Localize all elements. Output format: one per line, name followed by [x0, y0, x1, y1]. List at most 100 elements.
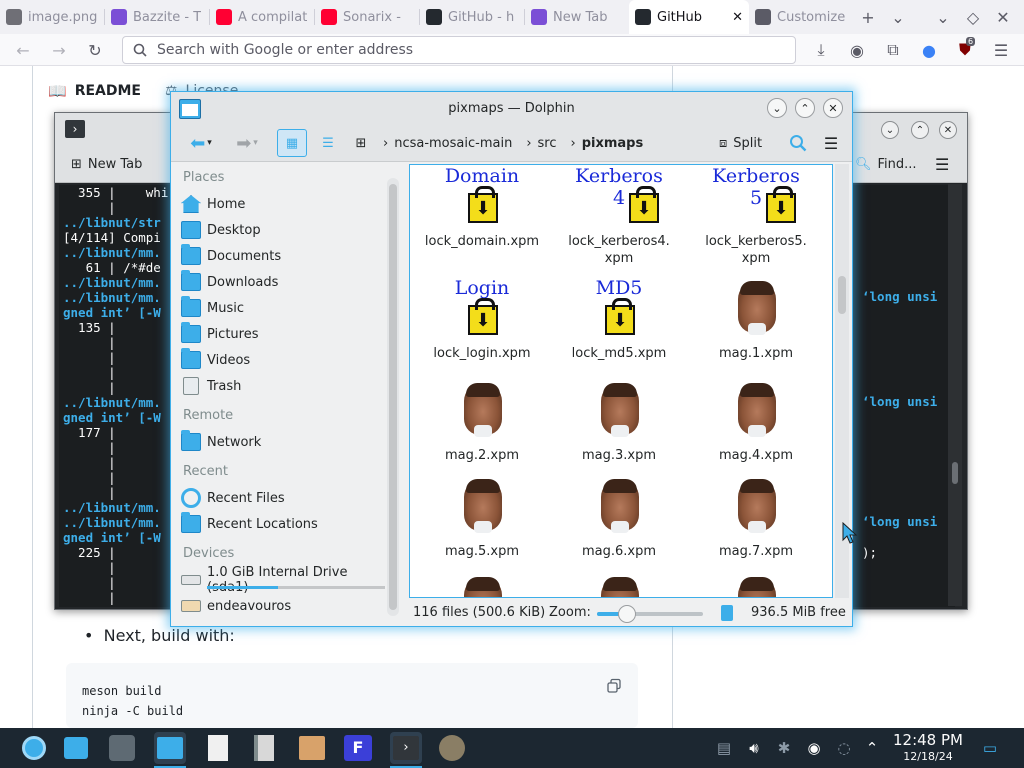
restore-diamond-icon[interactable]: ◇: [958, 2, 988, 32]
file-thumbnail: [414, 379, 550, 443]
copy-icon[interactable]: [606, 678, 622, 694]
file-item[interactable]: mag.3.xpm: [551, 379, 687, 464]
minimize-button[interactable]: ⌄: [767, 98, 787, 118]
clock[interactable]: 12:48 PM 12/18/24: [880, 730, 976, 764]
discover-icon[interactable]: [60, 732, 92, 764]
places-item-downloads[interactable]: Downloads: [181, 270, 391, 294]
places-item-documents[interactable]: Documents: [181, 244, 391, 268]
tab-close-icon[interactable]: ✕: [732, 10, 743, 25]
downloads-icon[interactable]: ⤓: [806, 35, 836, 65]
text-editor-icon[interactable]: [202, 732, 234, 764]
browser-tab[interactable]: Bazzite - T: [105, 0, 209, 34]
zoom-slider-handle[interactable]: [618, 605, 636, 623]
file-item[interactable]: Domain lock_domain.xpm: [414, 165, 550, 250]
browser-tab[interactable]: image.png: [0, 0, 104, 34]
terminal-scroll-thumb[interactable]: [952, 462, 958, 484]
volume-icon[interactable]: 🔊︎: [744, 738, 764, 758]
close-button[interactable]: ✕: [823, 98, 843, 118]
file-view-scroll-thumb[interactable]: [838, 276, 846, 314]
minimize-chevron-icon[interactable]: ⌄: [928, 2, 958, 32]
clipboard-icon[interactable]: ▤: [714, 738, 734, 758]
places-item-home[interactable]: Home: [181, 192, 391, 216]
split-button[interactable]: ⧈ Split: [719, 129, 762, 157]
places-item-pictures[interactable]: Pictures: [181, 322, 391, 346]
places-item-videos[interactable]: Videos: [181, 348, 391, 372]
package-icon[interactable]: [296, 732, 328, 764]
app-launcher-icon[interactable]: [18, 732, 50, 764]
places-scroll-thumb[interactable]: [389, 184, 397, 610]
file-item[interactable]: Kerberos 4 lock_kerberos4. xpm: [551, 165, 687, 267]
back-button[interactable]: ⬅ ▾: [181, 129, 221, 157]
browser-tab[interactable]: New Tab: [525, 0, 629, 34]
konsole-taskbar-icon[interactable]: ›: [390, 732, 422, 768]
gimp-icon[interactable]: [436, 732, 468, 764]
file-item[interactable]: mag.5.xpm: [414, 475, 550, 560]
location-icon[interactable]: ⊞: [349, 129, 373, 157]
address-bar[interactable]: Search with Google or enter address: [122, 36, 796, 64]
show-desktop-icon[interactable]: ▭: [980, 738, 1000, 758]
clock-time: 12:48 PM: [893, 731, 963, 749]
fedora-app-icon[interactable]: F: [342, 732, 374, 764]
places-item-trash[interactable]: Trash: [181, 374, 391, 398]
forward-arrow-icon[interactable]: →: [44, 35, 74, 65]
file-item[interactable]: Login lock_login.xpm: [414, 277, 550, 362]
account-icon[interactable]: ◉: [842, 35, 872, 65]
browser-tab[interactable]: Customize: [749, 0, 853, 34]
device-endeavouros[interactable]: endeavouros: [181, 594, 391, 618]
places-item-music[interactable]: Music: [181, 296, 391, 320]
file-view[interactable]: Domain lock_domain.xpm Kerberos 4 lock_kerb…: [409, 164, 833, 598]
details-view-button[interactable]: ☰: [313, 129, 343, 157]
breadcrumb-item[interactable]: ncsa-mosaic-main: [394, 136, 512, 151]
extensions-icon[interactable]: ⧉: [878, 35, 908, 65]
tab-list-chevron-icon[interactable]: ⌄: [883, 2, 913, 32]
places-item-desktop[interactable]: Desktop: [181, 218, 391, 242]
breadcrumb-current[interactable]: pixmaps: [582, 136, 644, 151]
hamburger-menu-icon[interactable]: ☰: [819, 129, 843, 157]
face-thumbnail-icon: [601, 577, 639, 597]
dolphin-taskbar-icon[interactable]: [154, 732, 186, 768]
tray-expand-icon[interactable]: ⌃: [862, 738, 882, 758]
file-name: lock_kerberos4. xpm: [568, 234, 670, 266]
file-item[interactable]: mag.2.xpm: [414, 379, 550, 464]
konsole-maximize-button[interactable]: ⌃: [911, 121, 929, 139]
steam-icon[interactable]: [106, 732, 138, 764]
media-icon[interactable]: ◉: [804, 738, 824, 758]
zoom-label: Zoom:: [549, 605, 591, 620]
close-window-icon[interactable]: ✕: [988, 2, 1018, 32]
network-status-icon[interactable]: ◌: [834, 738, 854, 758]
places-item-recent-locations[interactable]: Recent Locations: [181, 512, 391, 536]
face-thumbnail-icon: [601, 479, 639, 533]
file-item[interactable]: MD5 lock_md5.xpm: [551, 277, 687, 362]
new-tab-button[interactable]: +: [853, 2, 883, 32]
back-arrow-icon[interactable]: ←: [8, 35, 38, 65]
file-item[interactable]: Kerberos 5 lock_kerberos5. xpm: [688, 165, 824, 267]
code-line: ninja -C build: [82, 704, 184, 718]
archive-icon[interactable]: [248, 732, 280, 764]
menu-hamburger-icon[interactable]: ☰: [986, 35, 1016, 65]
forward-button[interactable]: ➡ ▾: [227, 129, 267, 157]
file-item[interactable]: mag.6.xpm: [551, 475, 687, 560]
reload-icon[interactable]: ↻: [80, 35, 110, 65]
ublock-icon[interactable]: ⛊ 6: [950, 35, 980, 65]
browser-tab[interactable]: A compilat: [210, 0, 314, 34]
find-button[interactable]: 🔍︎ Find...: [855, 157, 917, 172]
konsole-close-button[interactable]: ✕: [939, 121, 957, 139]
search-button[interactable]: [785, 129, 811, 157]
konsole-minimize-button[interactable]: ⌄: [881, 121, 899, 139]
browser-tab[interactable]: GitHub ✕: [629, 0, 749, 34]
places-item-recent-files[interactable]: Recent Files: [181, 486, 391, 510]
browser-tab[interactable]: GitHub - h: [420, 0, 524, 34]
bluetooth-icon[interactable]: ✱: [774, 738, 794, 758]
icon-view-button[interactable]: ▦: [277, 129, 307, 157]
new-tab-button[interactable]: ⊞ New Tab: [71, 157, 142, 172]
file-item[interactable]: mag.7.xpm: [688, 475, 824, 560]
file-item[interactable]: mag.1.xpm: [688, 277, 824, 362]
konsole-menu-icon[interactable]: ☰: [935, 155, 949, 174]
maximize-button[interactable]: ⌃: [795, 98, 815, 118]
places-item-network[interactable]: Network: [181, 430, 391, 454]
breadcrumb-item[interactable]: src: [538, 136, 557, 151]
browser-tab[interactable]: Sonarix -: [315, 0, 419, 34]
file-item[interactable]: mag.4.xpm: [688, 379, 824, 464]
terminal-scrollbar[interactable]: [948, 184, 962, 606]
profile-icon[interactable]: ●: [914, 35, 944, 65]
